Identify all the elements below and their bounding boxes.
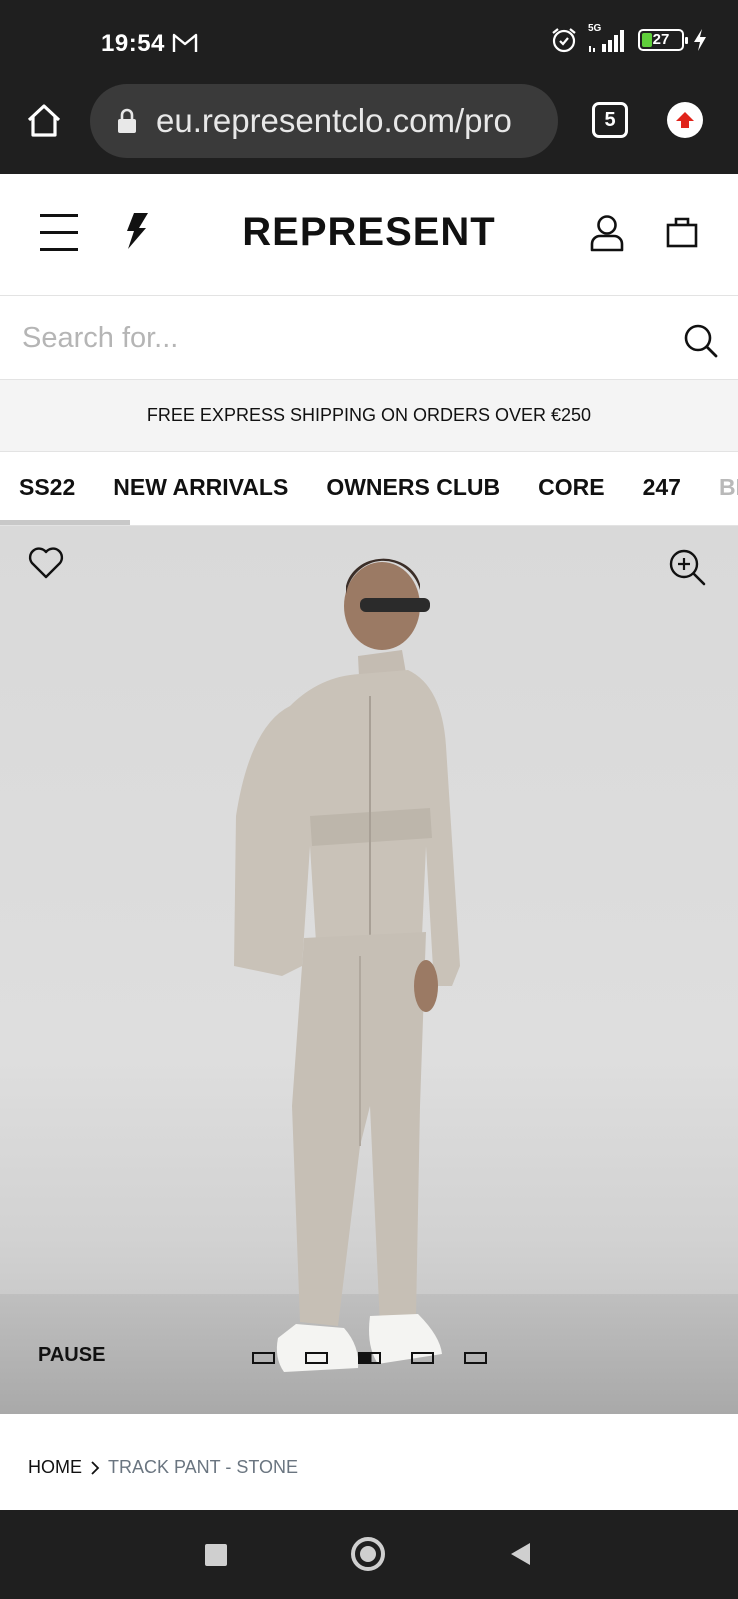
- breadcrumb: HOME TRACK PANT - STONE: [28, 1457, 298, 1478]
- product-model-image: [234, 558, 460, 1372]
- home-icon[interactable]: [24, 100, 64, 140]
- home-button[interactable]: [351, 1537, 385, 1571]
- recents-button[interactable]: [205, 1544, 227, 1566]
- carousel-pause-button[interactable]: PAUSE: [38, 1344, 105, 1367]
- carousel-dot[interactable]: [305, 1352, 328, 1364]
- site-header: REPRESENT: [0, 174, 738, 296]
- category-scroll-indicator: [0, 520, 130, 525]
- battery-indicator: 27: [638, 29, 688, 51]
- url-text[interactable]: eu.representclo.com/pro: [156, 102, 546, 140]
- system-navigation-bar: [0, 1510, 738, 1599]
- breadcrumb-current: TRACK PANT - STONE: [108, 1457, 299, 1477]
- carousel-dot-active[interactable]: [358, 1352, 381, 1364]
- status-bar: 19:54 5G 27: [0, 0, 738, 84]
- carousel-dot[interactable]: [464, 1352, 487, 1364]
- carousel-indicators: [252, 1352, 487, 1364]
- signal-icon: 5G: [586, 23, 630, 54]
- tab-switcher-button[interactable]: 5: [592, 102, 628, 138]
- search-input[interactable]: [22, 310, 662, 366]
- battery-text: 27: [652, 31, 670, 48]
- carousel-dot[interactable]: [252, 1352, 275, 1364]
- address-bar[interactable]: eu.representclo.com/pro: [90, 84, 558, 158]
- web-page: REPRESENT FREE EXPRESS SHIPPING ON ORDER…: [0, 174, 738, 1510]
- wishlist-heart-icon[interactable]: [28, 546, 64, 580]
- carousel-dot[interactable]: [411, 1352, 434, 1364]
- upload-arrow-icon: [676, 112, 694, 128]
- category-nav: SS22 NEW ARRIVALS OWNERS CLUB CORE 247 B…: [0, 452, 738, 526]
- category-bl[interactable]: BL: [719, 474, 738, 501]
- network-type: 5G: [588, 23, 602, 34]
- browser-toolbar: eu.representclo.com/pro 5: [0, 84, 738, 174]
- product-image-carousel[interactable]: PAUSE: [0, 526, 738, 1414]
- gmail-icon: [172, 33, 198, 52]
- shopping-bag-icon[interactable]: [666, 216, 698, 248]
- category-new-arrivals[interactable]: NEW ARRIVALS: [113, 474, 288, 501]
- chevron-right-icon: [91, 1460, 100, 1475]
- back-icon[interactable]: [508, 1541, 532, 1567]
- search-bar: [0, 296, 738, 380]
- category-ss22[interactable]: SS22: [19, 474, 75, 501]
- breadcrumb-home[interactable]: HOME: [28, 1457, 82, 1478]
- account-icon[interactable]: [590, 214, 624, 252]
- category-247[interactable]: 247: [643, 474, 681, 501]
- extension-button[interactable]: [667, 102, 703, 138]
- status-time: 19:54: [101, 30, 165, 57]
- charging-icon: [694, 29, 706, 51]
- lock-icon: [118, 108, 136, 133]
- brand-logo[interactable]: REPRESENT: [0, 210, 738, 255]
- zoom-in-icon[interactable]: [668, 548, 706, 586]
- search-icon[interactable]: [684, 324, 718, 358]
- category-owners-club[interactable]: OWNERS CLUB: [326, 474, 500, 501]
- shipping-banner[interactable]: FREE EXPRESS SHIPPING ON ORDERS OVER €25…: [0, 380, 738, 452]
- alarm-icon: [552, 28, 576, 53]
- category-core[interactable]: CORE: [538, 474, 604, 501]
